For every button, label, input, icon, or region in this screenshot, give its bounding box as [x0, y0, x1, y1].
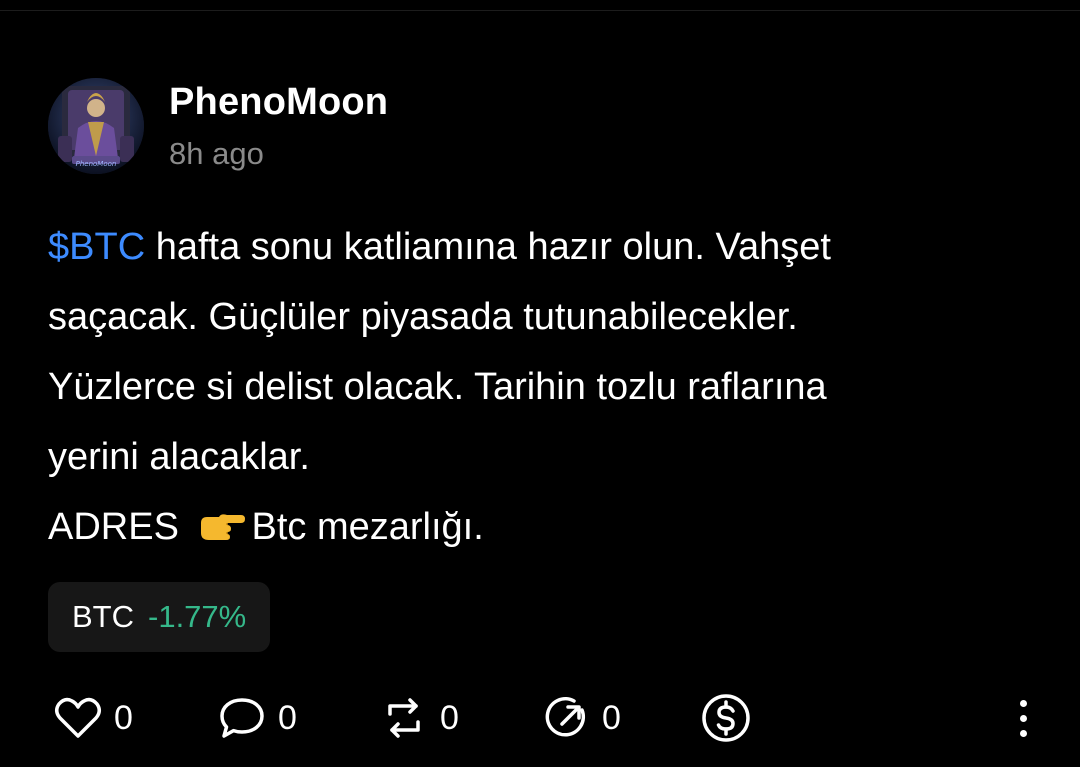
ticker-change: -1.77% [148, 599, 247, 634]
heart-icon [55, 697, 101, 738]
post-body-line: ADRES Btc mezarlığı. [48, 492, 1038, 568]
author-name[interactable]: PhenoMoon [169, 80, 388, 124]
post-body-line: saçacak. Güçlüler piyasada tutunabilecek… [48, 296, 798, 338]
author-info: PhenoMoon 8h ago [169, 78, 388, 172]
like-count: 0 [114, 699, 133, 737]
repost-icon [388, 698, 420, 738]
more-vertical-icon [1019, 699, 1027, 707]
comment-button[interactable]: 0 [214, 690, 297, 746]
post-card: PhenoMoon PhenoMoon 8h ago $BTC hafta so… [0, 0, 1080, 767]
post-header: PhenoMoon PhenoMoon 8h ago [48, 78, 388, 178]
post-body-line: Yüzlerce si delist olacak. Tarihin tozlu… [48, 366, 827, 408]
share-count: 0 [602, 699, 621, 737]
comment-count: 0 [278, 699, 297, 737]
dollar-coin-icon [702, 694, 750, 742]
tip-button[interactable] [698, 690, 754, 746]
ticker-symbol: BTC [72, 599, 134, 634]
more-options-button[interactable] [1008, 690, 1038, 746]
post-body-line: yerini alacaklar. [48, 436, 310, 478]
repost-count: 0 [440, 699, 459, 737]
more-vertical-icon [1019, 729, 1027, 737]
cashtag-link[interactable]: $BTC [48, 226, 145, 268]
post-body-text: ADRES [48, 506, 190, 548]
like-button[interactable]: 0 [50, 690, 133, 746]
comment-icon [220, 698, 264, 738]
more-vertical-icon [1019, 714, 1027, 722]
avatar[interactable]: PhenoMoon [48, 78, 144, 174]
svg-text:PhenoMoon: PhenoMoon [76, 160, 117, 168]
post-body: $BTC hafta sonu katliamına hazır olun. V… [48, 212, 1038, 568]
ticker-chip[interactable]: BTC -1.77% [48, 582, 271, 652]
share-icon [545, 697, 586, 737]
post-body-text: hafta sonu katliamına hazır olun. Vahşet [145, 226, 831, 268]
share-button[interactable]: 0 [538, 690, 621, 746]
post-timestamp: 8h ago [169, 136, 264, 171]
post-body-text: Btc mezarlığı. [251, 506, 484, 548]
pointing-hand-emoji-icon [197, 498, 247, 568]
post-body-line: $BTC hafta sonu katliamına hazır olun. V… [48, 212, 1038, 282]
avatar-image: PhenoMoon [48, 78, 144, 174]
action-bar: 0 0 0 0 [48, 690, 1038, 746]
repost-button[interactable]: 0 [376, 690, 459, 746]
